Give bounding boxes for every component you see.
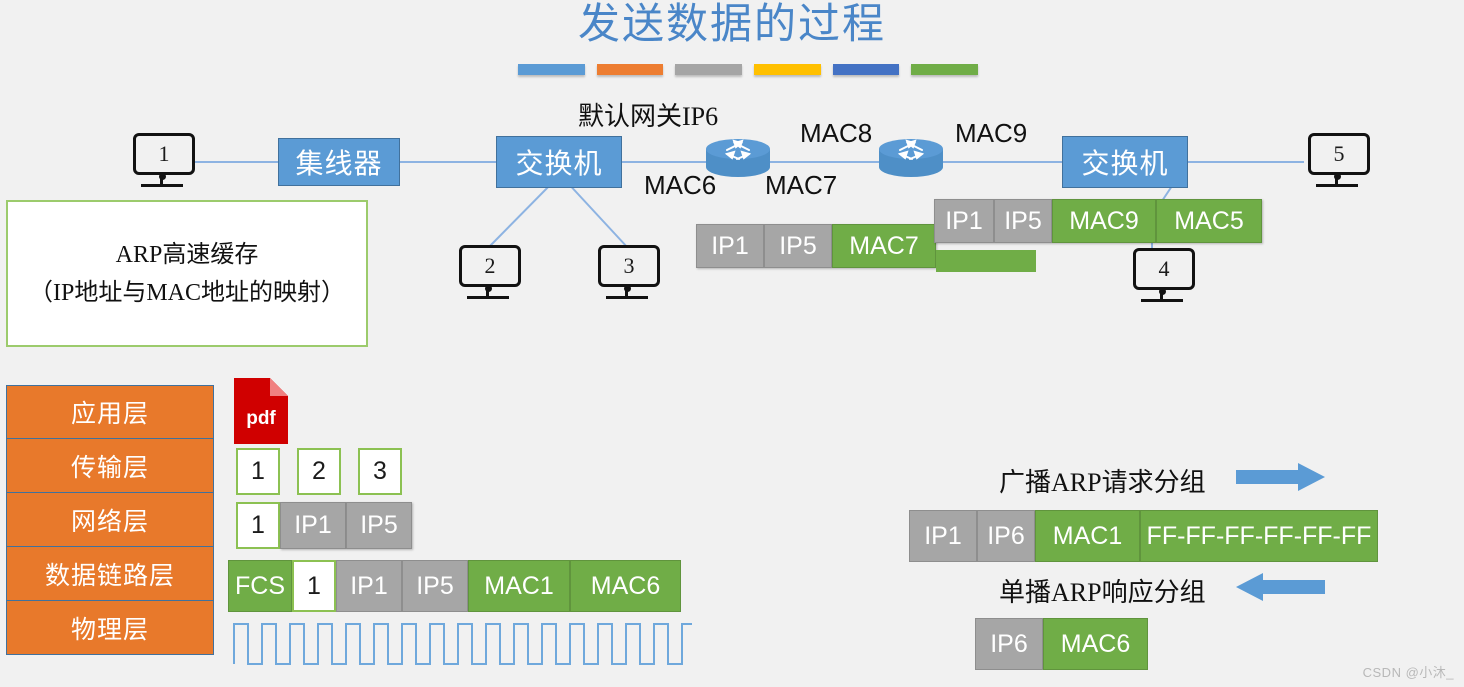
network-packet-row: 1 IP1 IP5: [236, 502, 412, 549]
monitor-base-icon: [141, 184, 183, 187]
arp-reply-packet: IP6 MAC6: [975, 618, 1148, 670]
host-1-number: 1: [133, 133, 195, 175]
segment-cell: 1: [236, 448, 280, 495]
host-2-number: 2: [459, 245, 521, 287]
link-router2-switchright: [938, 161, 1064, 163]
host-4-number: 4: [1133, 248, 1195, 290]
switch-left-node[interactable]: 交换机: [496, 136, 622, 188]
frame-cell: FCS: [228, 560, 292, 612]
host-4-icon[interactable]: 4: [1133, 248, 1195, 304]
packet-cell: MAC1: [1035, 510, 1140, 562]
label-mac9: MAC9: [955, 118, 1028, 148]
packet-cell: IP1: [934, 199, 994, 243]
host-3-icon[interactable]: 3: [598, 245, 660, 301]
layer-datalink[interactable]: 数据链路层: [6, 547, 214, 601]
host-2-icon[interactable]: 2: [459, 245, 521, 301]
link-hub-switchleft: [398, 161, 496, 163]
transport-segment-row: 1 2 3: [236, 448, 402, 495]
layer-stack: 应用层 传输层 网络层 数据链路层 物理层: [6, 385, 214, 655]
arp-request-label: 广播ARP请求分组: [999, 468, 1206, 497]
layer-label: 应用层: [70, 401, 149, 428]
watermark: CSDN @小沐_: [1362, 665, 1454, 680]
accent-bar-4: [754, 64, 821, 75]
router-2-icon[interactable]: [876, 134, 946, 182]
accent-bar-6: [911, 64, 979, 75]
page-title: 发送数据的过程: [577, 2, 886, 48]
switch-left-label: 交换机: [515, 149, 603, 180]
link-switchright-host5: [1186, 161, 1304, 163]
layer-label: 物理层: [70, 616, 149, 644]
arrow-right-icon: [1236, 463, 1325, 491]
packet-cell: IP6: [977, 510, 1035, 562]
accent-bar-2: [596, 64, 664, 75]
link-host1-hub: [190, 161, 282, 163]
monitor-base-icon: [467, 296, 509, 299]
arp-cache-line2: （IP地址与MAC地址的映射）: [28, 279, 346, 306]
monitor-base-icon: [1141, 299, 1183, 302]
segment-cell: 3: [358, 448, 402, 495]
host-5-icon[interactable]: 5: [1308, 133, 1370, 189]
packet-cell: 1: [236, 502, 280, 549]
layer-transport[interactable]: 传输层: [6, 439, 214, 493]
pdf-file-icon[interactable]: pdf: [234, 378, 288, 444]
packet-cell: IP1: [280, 502, 346, 549]
packet-cell: MAC6: [1043, 618, 1148, 670]
host-3-number: 3: [598, 245, 660, 287]
arp-cache-line1: ARP高速缓存: [115, 241, 259, 268]
layer-label: 数据链路层: [44, 562, 175, 590]
packet-cell: IP1: [696, 224, 764, 268]
inflight-packet-b: IP1 IP5 MAC9 MAC5: [934, 199, 1262, 243]
label-mac6: MAC6: [644, 170, 717, 200]
packet-cell: IP5: [346, 502, 412, 549]
packet-cell: MAC9: [1052, 199, 1156, 243]
accent-bar-group: [518, 64, 979, 75]
frame-cell: MAC6: [570, 560, 681, 612]
link-router1-router2: [760, 161, 890, 163]
packet-cell: IP5: [994, 199, 1052, 243]
packet-cell: IP6: [975, 618, 1043, 670]
arp-cache-box: ARP高速缓存 （IP地址与MAC地址的映射）: [6, 200, 368, 347]
label-mac7: MAC7: [765, 170, 838, 200]
monitor-base-icon: [1316, 184, 1358, 187]
packet-cell: MAC5: [1156, 199, 1262, 243]
switch-right-node[interactable]: 交换机: [1062, 136, 1188, 188]
packet-cell: IP5: [764, 224, 832, 268]
packet-cell: FF-FF-FF-FF-FF-FF: [1140, 510, 1378, 562]
gateway-label: 默认网关IP6: [578, 102, 719, 131]
layer-label: 网络层: [70, 508, 149, 536]
segment-cell: 2: [297, 448, 341, 495]
layer-application[interactable]: 应用层: [6, 385, 214, 439]
accent-bar-1: [518, 64, 585, 75]
frame-cell: IP5: [402, 560, 468, 612]
inflight-packet-a: IP1 IP5 MAC7: [696, 224, 936, 268]
layer-physical[interactable]: 物理层: [6, 601, 214, 655]
frame-cell: IP1: [336, 560, 402, 612]
accent-bar-3: [675, 64, 743, 75]
packet-a-tail: [936, 250, 1036, 272]
physical-signal-waveform: [233, 623, 692, 665]
hub-node[interactable]: 集线器: [278, 138, 400, 186]
host-1-icon[interactable]: 1: [133, 133, 195, 189]
arp-reply-label: 单播ARP响应分组: [999, 578, 1206, 607]
slide-canvas: 发送数据的过程 默认网关IP6 1 2 3 4 5 集线器 交换机 交换机 MA…: [0, 0, 1464, 687]
layer-label: 传输层: [70, 454, 149, 482]
svg-text:pdf: pdf: [246, 408, 276, 429]
layer-network[interactable]: 网络层: [6, 493, 214, 547]
frame-cell: MAC1: [468, 560, 570, 612]
switch-right-label: 交换机: [1081, 149, 1169, 180]
accent-bar-5: [832, 64, 900, 75]
packet-cell: MAC7: [832, 224, 936, 268]
datalink-frame-row: FCS 1 IP1 IP5 MAC1 MAC6: [228, 560, 681, 612]
host-5-number: 5: [1308, 133, 1370, 175]
label-mac8: MAC8: [800, 118, 873, 148]
arrow-left-icon: [1236, 573, 1325, 601]
hub-label: 集线器: [295, 149, 383, 180]
arp-request-packet: IP1 IP6 MAC1 FF-FF-FF-FF-FF-FF: [909, 510, 1378, 562]
frame-cell: 1: [292, 560, 336, 612]
monitor-base-icon: [606, 296, 648, 299]
packet-cell: IP1: [909, 510, 977, 562]
